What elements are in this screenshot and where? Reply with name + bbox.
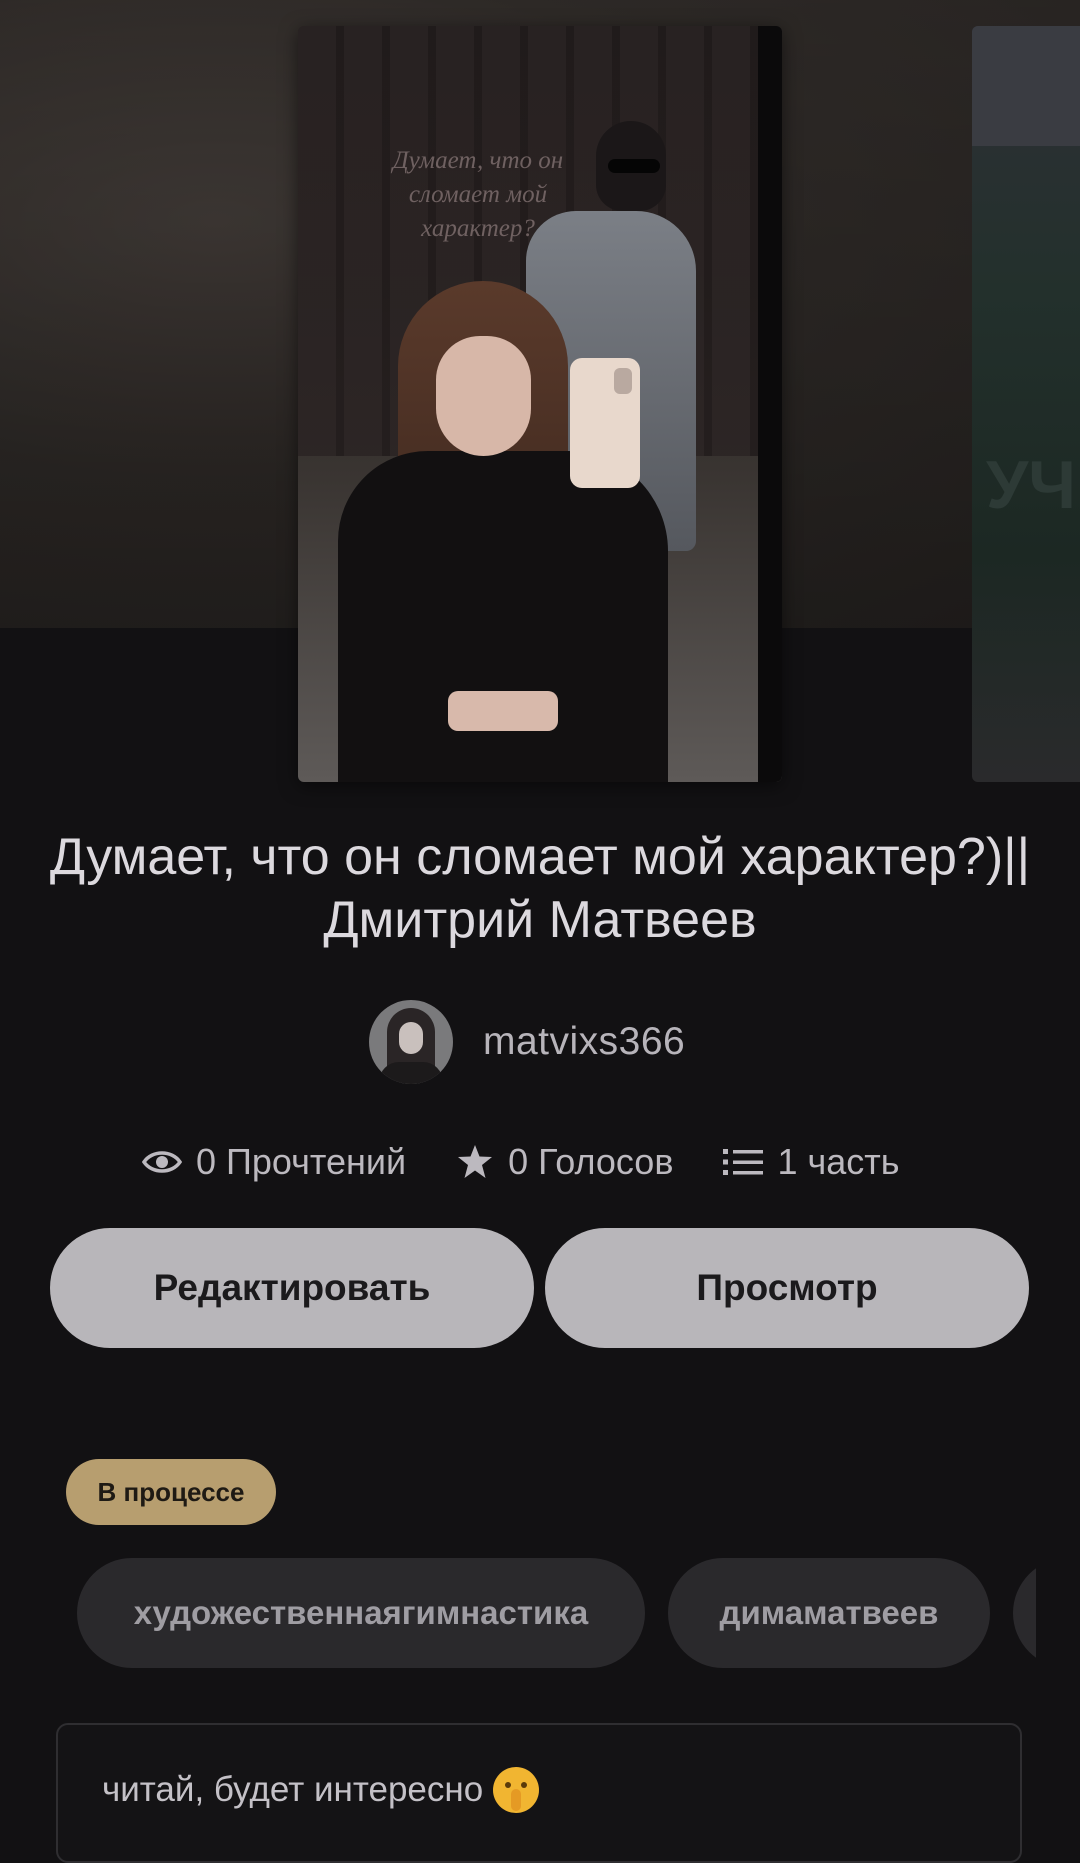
edit-button[interactable]: Редактировать — [50, 1228, 534, 1348]
parts-count: 1 часть — [777, 1141, 900, 1182]
story-description: читай, будет интересно — [56, 1723, 1022, 1863]
author-name: matvixs366 — [483, 1020, 686, 1063]
tags-list[interactable]: художественнаягимнастика димаматвеев — [77, 1558, 1036, 1668]
story-cover[interactable]: Думает, что он сломает мой характер? — [298, 26, 782, 782]
author-link[interactable]: matvixs366 — [369, 1000, 685, 1084]
reads-stat: 0 Прочтений — [142, 1141, 406, 1183]
status-badge: В процессе — [66, 1459, 276, 1525]
cover-phone — [570, 358, 640, 488]
next-story-cover[interactable]: УЧ — [972, 26, 1080, 782]
list-icon — [723, 1147, 764, 1177]
tag-chip[interactable] — [1013, 1558, 1036, 1668]
description-text: читай, будет интересно — [102, 1770, 484, 1809]
reads-count: 0 Прочтений — [196, 1141, 407, 1182]
cover-figure-girl — [328, 281, 708, 782]
eye-icon — [142, 1148, 182, 1176]
avatar — [369, 1000, 453, 1084]
tag-chip[interactable]: художественнаягимнастика — [77, 1558, 645, 1668]
shushing-face-icon — [493, 1767, 540, 1813]
tag-chip[interactable]: димаматвеев — [668, 1558, 990, 1668]
preview-button[interactable]: Просмотр — [545, 1228, 1029, 1348]
story-stats: 0 Прочтений 0 Голосов 1 часть — [142, 1136, 900, 1188]
next-story-cover-text: УЧ — [986, 447, 1077, 523]
star-icon — [456, 1144, 494, 1180]
parts-stat[interactable]: 1 часть — [723, 1141, 900, 1183]
votes-stat: 0 Голосов — [456, 1141, 673, 1183]
story-title: Думает, что он сломает мой характер?)|| … — [49, 828, 1031, 949]
votes-count: 0 Голосов — [508, 1141, 674, 1182]
